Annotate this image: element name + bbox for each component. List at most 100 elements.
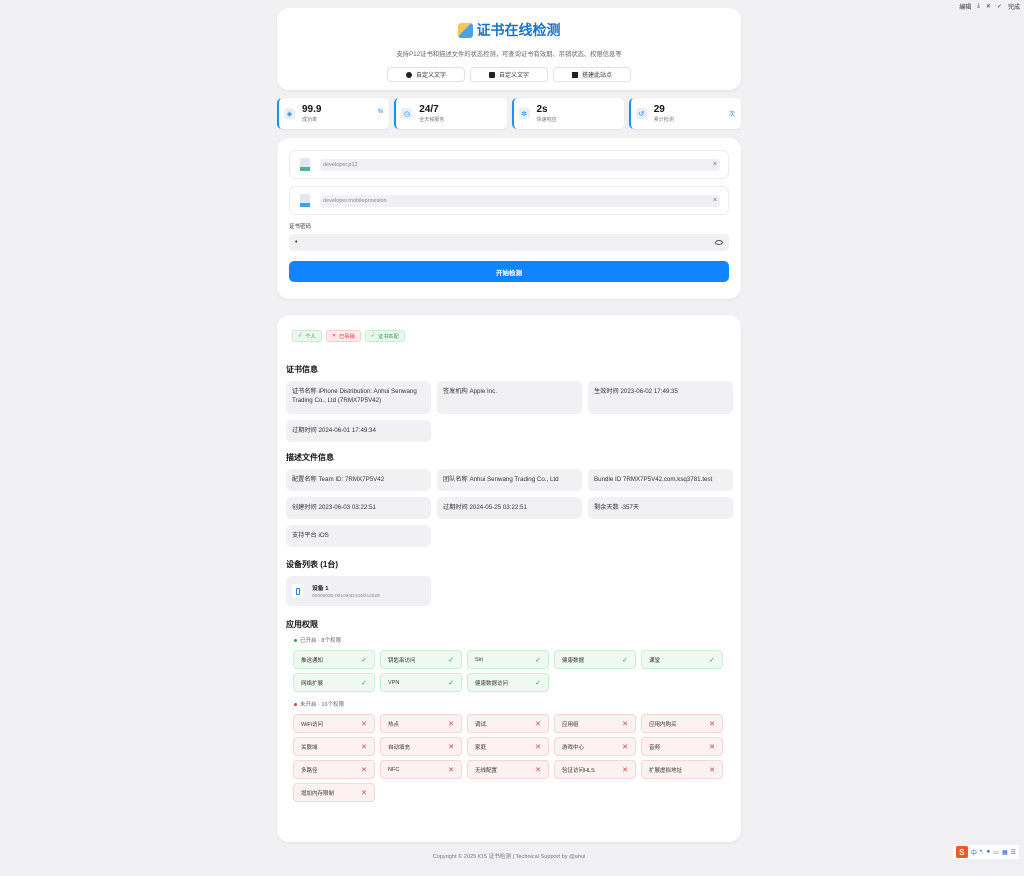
permission-label: WiFi访问: [301, 721, 323, 728]
permission-item: 网络扩展 ✓: [293, 673, 375, 692]
permission-label: 无线配置: [475, 767, 498, 774]
permission-label: 应用组: [562, 721, 579, 728]
status-badge: ✓ 证书匹配: [364, 330, 405, 342]
permission-label: 自动填充: [388, 744, 411, 751]
password-input[interactable]: •: [289, 234, 729, 251]
enabled-perms-header: 已开启 · 8个权限: [294, 636, 732, 644]
status-badge: ✓ 个人: [292, 330, 322, 342]
gear-icon: ✲: [518, 108, 530, 119]
build-site-button[interactable]: 搭建此站点: [553, 67, 631, 82]
cert-valid-from: 生效时间 2023-06-02 17:49:35: [588, 381, 733, 414]
custom-text-button-1[interactable]: 自定义文字: [387, 67, 465, 82]
upload-form: developer.p12 × developer.mobileprovision…: [277, 138, 741, 299]
check-icon: ✓: [535, 679, 541, 687]
profile-expires: 过期时间 2024-05-25 03:22:51: [437, 497, 582, 519]
done-link[interactable]: 完成: [1008, 2, 1020, 11]
close-icon[interactable]: ✕: [986, 3, 991, 10]
profile-filename[interactable]: developer.mobileprovision ×: [320, 194, 720, 207]
permission-label: 增加内存限制: [301, 790, 335, 797]
page-subtitle: 支持P12证书和描述文件的状态检测，可查询证书有效期、吊销状态、权限信息等: [396, 51, 622, 58]
permission-label: 游戏中心: [562, 744, 585, 751]
check-icon: ✓: [361, 679, 367, 687]
ime-toolbar[interactable]: S 中 •, ● ▭ ▦ ☰: [952, 845, 1019, 859]
skin-icon[interactable]: ▦: [1002, 849, 1008, 856]
permission-item: Siri ✓: [467, 650, 549, 669]
custom-text-button-2[interactable]: 自定义文字: [470, 67, 548, 82]
permission-label: 验证访问HLS: [562, 767, 595, 774]
mic-icon[interactable]: ●: [987, 849, 991, 855]
clear-icon[interactable]: ×: [713, 161, 717, 168]
permission-item: 推送通知 ✓: [293, 650, 375, 669]
permission-item: 热点 ✕: [380, 714, 462, 733]
stat-response: ✲ 2s 快速响应: [511, 98, 624, 129]
p12-filename[interactable]: developer.p12 ×: [320, 158, 720, 171]
profile-name: 配置名称 Team ID: 7RMX7P5V42: [286, 469, 431, 491]
permission-label: 家庭: [475, 744, 487, 751]
permission-label: 扩展虚拟地址: [649, 767, 683, 774]
permission-item: 自动填充 ✕: [380, 737, 462, 756]
permission-item: 钥匙串访问 ✓: [380, 650, 462, 669]
stats-row: ◈ 99.9 成功率 % ◷ 24/7 全天候服务 ✲ 2s 快速响应 ↺ 29 累计检…: [277, 98, 741, 129]
header-buttons: 自定义文字 自定义文字 搭建此站点: [277, 67, 741, 82]
device-udid: 00008030-001064D434DA402E: [312, 594, 381, 599]
shield-icon: ◈: [284, 108, 295, 119]
certificate-icon: [457, 22, 473, 38]
cross-icon: ✕: [448, 743, 454, 751]
ime-lang[interactable]: 中: [971, 848, 977, 857]
check-icon[interactable]: ✓: [997, 3, 1002, 10]
password-label: 证书密码: [289, 224, 312, 230]
edit-link[interactable]: 编辑: [959, 2, 971, 11]
profile-info-grid: 配置名称 Team ID: 7RMX7P5V42 团队名称 Anhui Senw…: [286, 469, 733, 547]
footer: Copyright © 2025 iOS 证书检测 | Technical Su…: [432, 854, 586, 860]
profile-platform: 支持平台 iOS: [286, 525, 431, 547]
cross-icon: ✕: [709, 743, 715, 751]
check-icon: ✓: [448, 656, 454, 664]
cross-icon: ✕: [361, 766, 367, 774]
profile-created: 创建时间 2023-06-03 03:22:51: [286, 497, 431, 519]
permission-label: 钥匙串访问: [388, 657, 416, 664]
profile-days-left: 剩余天数 -357天: [588, 497, 733, 519]
flag-icon: [571, 71, 578, 78]
clear-icon[interactable]: ×: [713, 197, 717, 204]
clock-icon: ◷: [401, 108, 413, 119]
device-name: 设备 1: [312, 586, 329, 592]
info-icon: [405, 71, 412, 78]
check-icon: ✓: [535, 656, 541, 664]
permission-item: 健康数据访问 ✓: [467, 673, 549, 692]
p12-upload[interactable]: developer.p12 ×: [289, 150, 729, 179]
history-icon: ↺: [635, 108, 647, 119]
green-dot: [294, 638, 297, 642]
cross-icon: ✕: [622, 766, 628, 774]
cross-icon: ✕: [448, 720, 454, 728]
file-icon: [300, 158, 310, 171]
cross-icon: ✕: [361, 720, 367, 728]
stat-service: ◷ 24/7 全天候服务: [394, 98, 507, 129]
keyboard-icon[interactable]: ▭: [993, 849, 999, 856]
device-section-title: 设备列表 (1台): [286, 560, 338, 569]
permission-label: 健康数据: [562, 657, 585, 664]
permission-item: 验证访问HLS ✕: [554, 760, 636, 779]
cert-name: 证书名称 iPhone Distribution: Anhui Senwang …: [286, 381, 431, 414]
check-icon: ✓: [448, 679, 454, 687]
permission-item: 多路径 ✕: [293, 760, 375, 779]
punct-icon[interactable]: •,: [980, 849, 984, 855]
cross-icon: ✕: [709, 766, 715, 774]
profile-upload[interactable]: developer.mobileprovision ×: [289, 186, 729, 215]
status-badges: ✓ 个人 ✕ 已吊销 ✓ 证书匹配: [292, 330, 732, 342]
eye-icon[interactable]: [715, 240, 723, 245]
cross-icon: ✕: [622, 720, 628, 728]
permission-item: 调试 ✕: [467, 714, 549, 733]
download-icon[interactable]: ⤓: [977, 3, 980, 10]
red-dot: [294, 702, 297, 706]
header-card: 证书在线检测 支持P12证书和描述文件的状态检测，可查询证书有效期、吊销状态、权…: [277, 8, 741, 90]
cert-issuer: 签发机构 Apple Inc.: [437, 381, 582, 414]
cross-icon: ✕: [535, 743, 541, 751]
menu-icon[interactable]: ☰: [1011, 849, 1016, 856]
start-check-button[interactable]: 开始检测: [289, 261, 729, 282]
sogou-logo: S: [955, 846, 968, 858]
profile-section-title: 描述文件信息: [286, 453, 334, 462]
cross-icon: ✕: [535, 766, 541, 774]
cert-info-grid: 证书名称 iPhone Distribution: Anhui Senwang …: [286, 381, 733, 442]
cross-icon: ✕: [709, 720, 715, 728]
cross-icon: ✕: [361, 789, 367, 797]
